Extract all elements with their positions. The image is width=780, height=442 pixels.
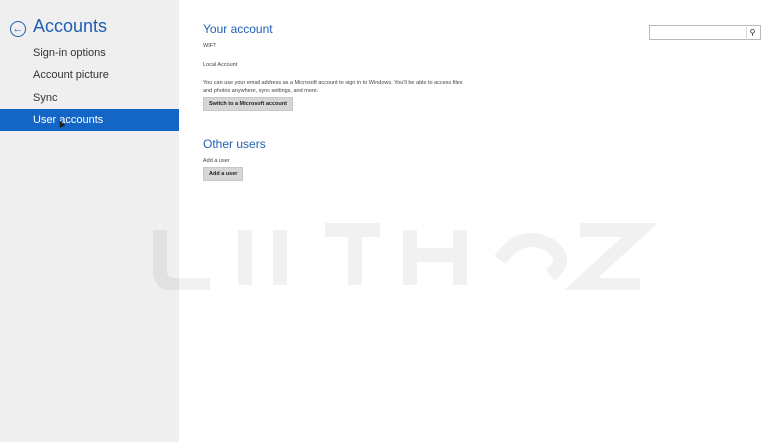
- account-username: WIFT: [203, 43, 217, 49]
- sidebar-title: Accounts: [33, 16, 108, 36]
- sidebar-item-sign-in-options[interactable]: Sign-in options: [0, 42, 179, 64]
- back-arrow-icon[interactable]: ←: [10, 21, 26, 37]
- sidebar-item-sync[interactable]: Sync: [0, 87, 179, 109]
- account-description: You can use your email address as a Micr…: [203, 80, 463, 94]
- sidebar-item-account-picture[interactable]: Account picture: [0, 64, 179, 86]
- add-user-label: Add a user: [203, 158, 230, 164]
- account-type: Local Account: [203, 62, 238, 68]
- search-icon[interactable]: ⚲: [746, 27, 758, 38]
- add-user-button[interactable]: Add a user: [203, 167, 244, 181]
- search-input[interactable]: ⚲: [649, 25, 761, 40]
- switch-to-microsoft-account-button[interactable]: Switch to a Microsoft account: [203, 97, 293, 111]
- sidebar: ← Accounts Sign-in options Account pictu…: [0, 0, 179, 442]
- sidebar-item-user-accounts[interactable]: User accounts: [0, 109, 179, 131]
- background-watermark: [153, 223, 658, 290]
- other-users-heading: Other users: [203, 137, 266, 151]
- your-account-heading: Your account: [203, 22, 273, 36]
